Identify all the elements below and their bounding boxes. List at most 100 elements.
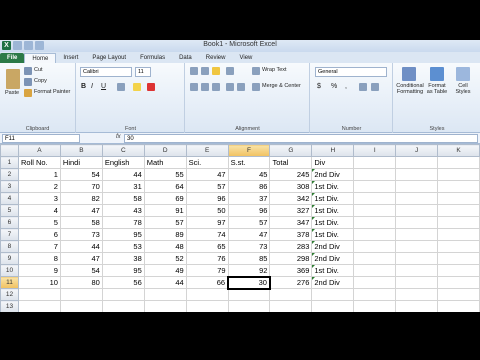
copy-icon[interactable]: [24, 78, 32, 86]
cell-i5[interactable]: [353, 204, 397, 217]
decrease-indent-icon[interactable]: [226, 83, 234, 91]
cell-e1[interactable]: Sci.: [185, 156, 229, 169]
cell-f9[interactable]: 85: [227, 252, 271, 265]
cell-i12[interactable]: [353, 288, 397, 301]
cell-j2[interactable]: [395, 168, 439, 181]
name-box[interactable]: F11: [2, 134, 80, 143]
cell-b8[interactable]: 44: [59, 240, 103, 253]
column-header-h[interactable]: H: [311, 144, 355, 157]
cell-styles-button[interactable]: Cell Styles: [452, 83, 474, 95]
cell-b5[interactable]: 47: [59, 204, 103, 217]
cell-c8[interactable]: 53: [101, 240, 145, 253]
wrap-text-icon[interactable]: [252, 67, 260, 75]
cell-b9[interactable]: 47: [59, 252, 103, 265]
cell-a12[interactable]: [17, 288, 61, 301]
increase-indent-icon[interactable]: [237, 83, 245, 91]
cell-i13[interactable]: [353, 300, 397, 312]
tab-review[interactable]: Review: [199, 53, 233, 63]
tab-file[interactable]: File: [0, 53, 25, 63]
cell-k7[interactable]: [437, 228, 480, 241]
cell-f4[interactable]: 37: [227, 192, 271, 205]
cell-h13[interactable]: [311, 300, 355, 312]
cell-g10[interactable]: 369: [269, 264, 313, 277]
cell-e5[interactable]: 50: [185, 204, 229, 217]
cell-a9[interactable]: 8: [17, 252, 61, 265]
cell-a3[interactable]: 2: [17, 180, 61, 193]
cell-h8[interactable]: 2nd Div: [311, 240, 355, 253]
cell-g8[interactable]: 283: [269, 240, 313, 253]
font-color-icon[interactable]: [147, 83, 155, 91]
cell-j8[interactable]: [395, 240, 439, 253]
cell-f7[interactable]: 47: [227, 228, 271, 241]
cell-i6[interactable]: [353, 216, 397, 229]
select-all-corner[interactable]: [0, 144, 19, 157]
cell-e7[interactable]: 74: [185, 228, 229, 241]
cell-i4[interactable]: [353, 192, 397, 205]
cell-e8[interactable]: 65: [185, 240, 229, 253]
cell-h6[interactable]: 1st Div.: [311, 216, 355, 229]
cell-j11[interactable]: [395, 276, 439, 289]
cell-j4[interactable]: [395, 192, 439, 205]
cell-j9[interactable]: [395, 252, 439, 265]
cell-a5[interactable]: 4: [17, 204, 61, 217]
cell-h10[interactable]: 1st Div.: [311, 264, 355, 277]
cell-d1[interactable]: Math: [143, 156, 187, 169]
cell-i1[interactable]: [353, 156, 397, 169]
cell-c11[interactable]: 56: [101, 276, 145, 289]
cell-j5[interactable]: [395, 204, 439, 217]
font-size-select[interactable]: 11: [135, 67, 151, 77]
cell-g11[interactable]: 276: [269, 276, 313, 289]
cell-i8[interactable]: [353, 240, 397, 253]
align-right-icon[interactable]: [212, 83, 220, 91]
tab-insert[interactable]: Insert: [56, 53, 85, 63]
cell-i11[interactable]: [353, 276, 397, 289]
cell-j13[interactable]: [395, 300, 439, 312]
cell-h2[interactable]: 2nd Div: [311, 168, 355, 181]
cell-k10[interactable]: [437, 264, 480, 277]
column-header-k[interactable]: K: [437, 144, 480, 157]
cell-f3[interactable]: 86: [227, 180, 271, 193]
cell-d4[interactable]: 69: [143, 192, 187, 205]
paste-button[interactable]: Paste: [5, 90, 19, 96]
cell-a7[interactable]: 6: [17, 228, 61, 241]
column-header-j[interactable]: J: [395, 144, 439, 157]
cell-a13[interactable]: [17, 300, 61, 312]
cut-icon[interactable]: [24, 67, 32, 75]
column-header-b[interactable]: B: [59, 144, 103, 157]
align-top-icon[interactable]: [190, 67, 198, 75]
cell-d11[interactable]: 44: [143, 276, 187, 289]
currency-button[interactable]: $: [317, 83, 321, 90]
cell-e9[interactable]: 76: [185, 252, 229, 265]
cell-a1[interactable]: Roll No.: [17, 156, 61, 169]
decrease-decimal-icon[interactable]: [371, 83, 379, 91]
cell-e10[interactable]: 79: [185, 264, 229, 277]
cell-i7[interactable]: [353, 228, 397, 241]
cell-d7[interactable]: 89: [143, 228, 187, 241]
comma-button[interactable]: ,: [345, 83, 347, 90]
tab-data[interactable]: Data: [172, 53, 199, 63]
row-header[interactable]: 2: [0, 168, 19, 181]
row-header[interactable]: 7: [0, 228, 19, 241]
tab-view[interactable]: View: [232, 53, 259, 63]
cell-b7[interactable]: 73: [59, 228, 103, 241]
format-as-table-icon[interactable]: [430, 67, 444, 81]
row-header[interactable]: 4: [0, 192, 19, 205]
cell-d6[interactable]: 57: [143, 216, 187, 229]
cell-k4[interactable]: [437, 192, 480, 205]
fx-icon[interactable]: fx: [116, 134, 121, 140]
cell-i10[interactable]: [353, 264, 397, 277]
cell-f11[interactable]: 30: [227, 275, 271, 290]
cell-b1[interactable]: Hindi: [59, 156, 103, 169]
align-left-icon[interactable]: [190, 83, 198, 91]
cell-i9[interactable]: [353, 252, 397, 265]
column-header-c[interactable]: C: [101, 144, 145, 157]
borders-icon[interactable]: [117, 83, 125, 91]
cell-g13[interactable]: [269, 300, 313, 312]
row-header[interactable]: 13: [0, 300, 19, 312]
cell-e13[interactable]: [185, 300, 229, 312]
cell-c13[interactable]: [101, 300, 145, 312]
cell-d3[interactable]: 64: [143, 180, 187, 193]
cell-b6[interactable]: 58: [59, 216, 103, 229]
cut-button[interactable]: Cut: [34, 67, 43, 73]
cell-e4[interactable]: 96: [185, 192, 229, 205]
